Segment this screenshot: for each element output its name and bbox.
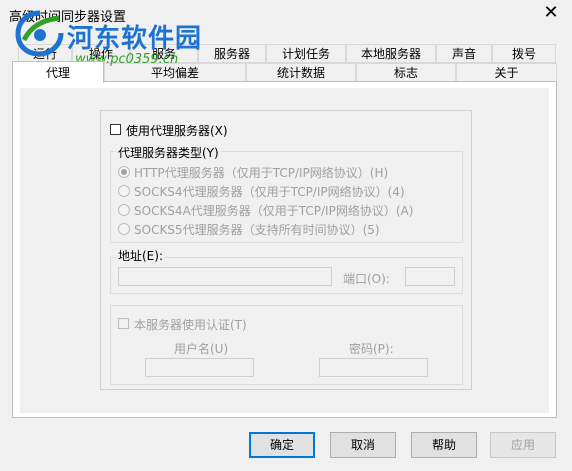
socks4-proxy-radio[interactable] <box>118 185 130 197</box>
tab-sound[interactable]: 声音 <box>436 44 492 63</box>
http-proxy-radio[interactable] <box>118 166 130 178</box>
tab-proxy[interactable]: 代理 <box>12 61 104 83</box>
tab-schedule[interactable]: 计划任务 <box>266 44 346 63</box>
address-input[interactable] <box>118 267 332 286</box>
tab-server[interactable]: 服务器 <box>198 44 266 63</box>
socks4a-proxy-radio[interactable] <box>118 204 130 216</box>
apply-button[interactable]: 应用 <box>490 432 556 458</box>
auth-checkbox[interactable] <box>118 318 129 329</box>
tab-service[interactable]: 服务 <box>130 44 198 63</box>
socks4a-proxy-label[interactable]: SOCKS4A代理服务器（仅用于TCP/IP网络协议）(A) <box>134 202 413 219</box>
help-button[interactable]: 帮助 <box>411 432 477 458</box>
http-proxy-label[interactable]: HTTP代理服务器（仅用于TCP/IP网络协议）(H) <box>134 164 388 181</box>
cancel-button[interactable]: 取消 <box>330 432 396 458</box>
auth-label[interactable]: 本服务器使用认证(T) <box>134 316 247 333</box>
password-input[interactable] <box>319 358 428 377</box>
tab-local-server[interactable]: 本地服务器 <box>346 44 436 63</box>
use-proxy-label[interactable]: 使用代理服务器(X) <box>126 122 228 139</box>
username-label: 用户名(U) <box>174 342 229 356</box>
socks5-proxy-label[interactable]: SOCKS5代理服务器（支持所有时间协议）(5) <box>134 221 380 238</box>
tab-about[interactable]: 关于 <box>456 63 557 82</box>
close-icon[interactable]: ✕ <box>540 2 562 24</box>
address-label: 地址(E): <box>116 247 165 264</box>
tab-statistics[interactable]: 统计数据 <box>246 63 356 82</box>
proxy-type-group-label: 代理服务器类型(Y) <box>116 144 221 161</box>
ok-button[interactable]: 确定 <box>249 432 315 458</box>
tab-dialup[interactable]: 拨号 <box>492 44 556 63</box>
port-label: 端口(O): <box>343 272 390 286</box>
username-input[interactable] <box>145 358 254 377</box>
socks4-proxy-label[interactable]: SOCKS4代理服务器（仅用于TCP/IP网络协议）(4) <box>134 183 405 200</box>
tab-average-offset[interactable]: 平均偏差 <box>104 63 246 82</box>
tab-flags[interactable]: 标志 <box>356 63 456 82</box>
port-input[interactable] <box>405 267 455 286</box>
socks5-proxy-radio[interactable] <box>118 223 130 235</box>
use-proxy-checkbox[interactable] <box>110 124 121 135</box>
password-label: 密码(P): <box>349 342 394 356</box>
window-title: 高级时间同步器设置 <box>9 10 127 25</box>
